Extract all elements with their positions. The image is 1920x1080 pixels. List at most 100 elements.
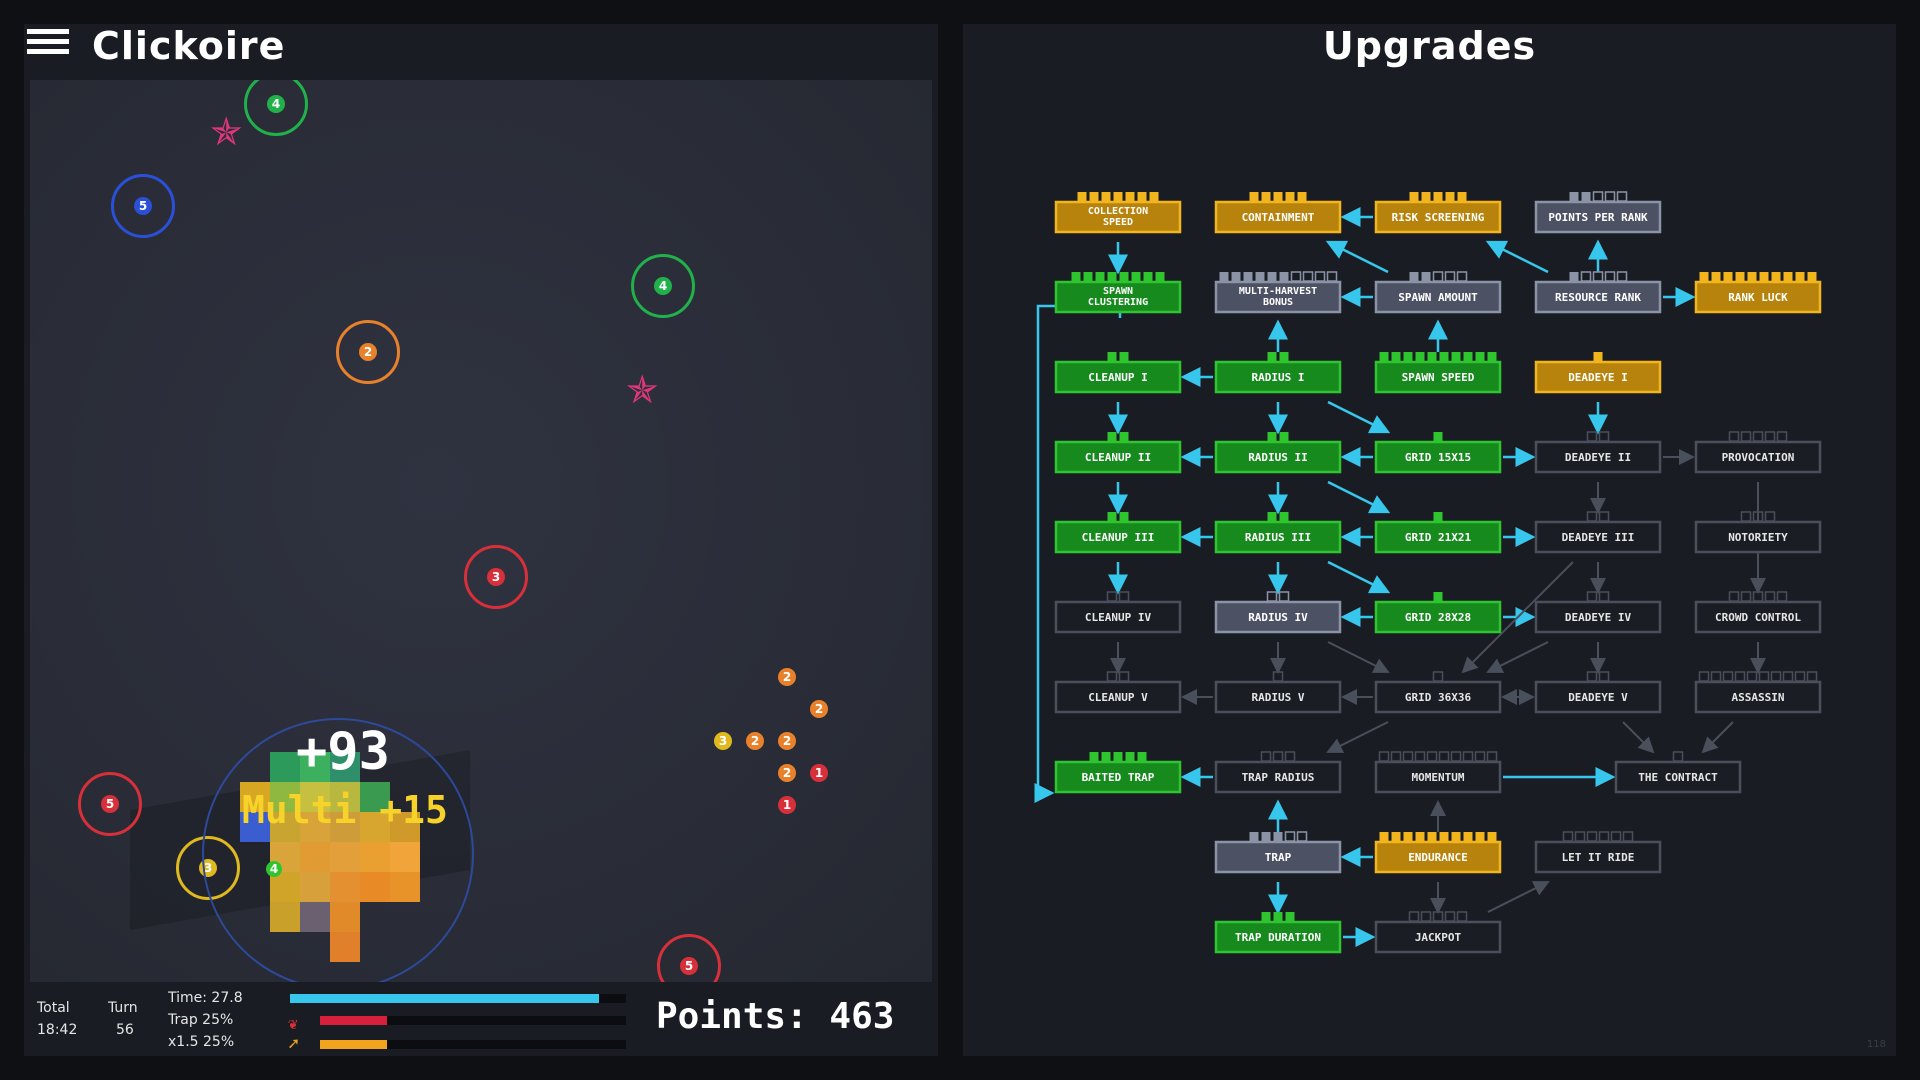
upgrade-node-trap_duration[interactable]: TRAP DURATION [1214, 912, 1342, 954]
upgrade-pip [1586, 431, 1598, 442]
star-hazard-icon[interactable]: ✯ [626, 358, 659, 412]
upgrade-node-multi_harvest[interactable]: MULTI-HARVESTBONUS [1214, 271, 1342, 314]
upgrade-node-label: SPAWN AMOUNT [1398, 291, 1478, 304]
target-value: 5 [101, 795, 119, 813]
target-ring[interactable]: 4 [631, 254, 695, 318]
upgrade-pip [1118, 671, 1130, 682]
resource-dot[interactable]: 2 [778, 668, 796, 686]
upgrade-node-containment[interactable]: CONTAINMENT [1214, 192, 1342, 234]
upgrade-node-cleanup_3[interactable]: CLEANUP III [1054, 512, 1182, 554]
upgrade-pip [1267, 352, 1277, 361]
resource-dot[interactable]: 2 [746, 732, 764, 750]
upgrade-pip [1586, 511, 1598, 522]
upgrade-node-assassin[interactable]: ASSASSIN [1694, 671, 1822, 714]
target-ring[interactable]: 3 [464, 545, 528, 609]
resource-dot[interactable]: 2 [778, 764, 796, 782]
target-ring[interactable]: 5 [78, 772, 142, 836]
upgrade-node-radius_4[interactable]: RADIUS IV [1214, 591, 1342, 634]
resource-dot[interactable]: 1 [778, 796, 796, 814]
time-bar [290, 994, 626, 1003]
tree-connector [1701, 721, 1734, 754]
upgrade-pip [1444, 271, 1456, 282]
resource-dot[interactable]: 1 [810, 764, 828, 782]
upgrade-node-baited_trap[interactable]: BAITED TRAP [1054, 752, 1182, 794]
upgrade-node-grid_28[interactable]: GRID 28X28 [1374, 592, 1502, 634]
upgrade-node-cleanup_2[interactable]: CLEANUP II [1054, 432, 1182, 474]
upgrade-node-radius_1[interactable]: RADIUS I [1214, 352, 1342, 394]
target-ring[interactable]: 5 [111, 174, 175, 238]
upgrade-pip [1420, 911, 1432, 922]
target-ring[interactable]: 4 [244, 80, 308, 136]
upgrade-pip [1273, 192, 1283, 201]
upgrade-pip [1403, 832, 1413, 841]
upgrade-pip [1409, 192, 1419, 201]
upgrade-pip [1487, 352, 1497, 361]
upgrade-node-label: BAITED TRAP [1082, 771, 1155, 784]
upgrade-node-deadeye_4[interactable]: DEADEYE IV [1534, 591, 1662, 634]
upgrade-pip [1125, 192, 1135, 201]
upgrade-node-spawn_speed[interactable]: SPAWN SPEED [1374, 352, 1502, 394]
upgrade-node-trap[interactable]: TRAP [1214, 831, 1342, 874]
upgrade-pip [1672, 751, 1684, 762]
upgrade-node-resource_rank[interactable]: RESOURCE RANK [1534, 271, 1662, 314]
upgrade-node-cleanup_5[interactable]: CLEANUP V [1054, 671, 1182, 714]
upgrade-node-collection_speed[interactable]: COLLECTIONSPEED [1054, 192, 1182, 234]
upgrade-pip [1734, 671, 1746, 682]
upgrade-node-radius_2[interactable]: RADIUS II [1214, 432, 1342, 474]
resource-dot[interactable]: 2 [810, 700, 828, 718]
upgrade-node-grid_21[interactable]: GRID 21X21 [1374, 512, 1502, 554]
upgrade-pip [1302, 271, 1314, 282]
upgrade-pip [1723, 272, 1733, 281]
upgrade-node-risk_screening[interactable]: RISK SCREENING [1374, 192, 1502, 234]
resource-dot[interactable]: 4 [266, 861, 282, 877]
target-ring[interactable]: 2 [336, 320, 400, 384]
upgrade-node-let_it_ride[interactable]: LET IT RIDE [1534, 831, 1662, 874]
upgrade-node-deadeye_1[interactable]: DEADEYE I [1534, 352, 1662, 394]
upgrade-node-trap_radius[interactable]: TRAP RADIUS [1214, 751, 1342, 794]
upgrade-node-radius_5[interactable]: RADIUS V [1214, 671, 1342, 714]
upgrade-node-momentum[interactable]: MOMENTUM [1374, 751, 1502, 794]
upgrade-node-cleanup_4[interactable]: CLEANUP IV [1054, 591, 1182, 634]
upgrade-pip [1592, 271, 1604, 282]
upgrade-node-deadeye_3[interactable]: DEADEYE III [1534, 511, 1662, 554]
upgrade-node-grid_15[interactable]: GRID 15X15 [1374, 432, 1502, 474]
target-ring[interactable]: 5 [657, 934, 721, 982]
upgrade-pip [1728, 591, 1740, 602]
upgrade-node-cleanup_1[interactable]: CLEANUP I [1054, 352, 1182, 394]
menu-icon[interactable] [27, 29, 69, 65]
upgrade-node-spawn_amount[interactable]: SPAWN AMOUNT [1374, 271, 1502, 314]
upgrade-pip [1569, 192, 1579, 201]
upgrade-pip [1586, 671, 1598, 682]
upgrade-pip [1462, 751, 1474, 762]
upgrade-node-deadeye_2[interactable]: DEADEYE II [1534, 431, 1662, 474]
upgrade-pip [1279, 512, 1289, 521]
upgrade-node-provocation[interactable]: PROVOCATION [1694, 431, 1822, 474]
upgrade-node-deadeye_5[interactable]: DEADEYE V [1534, 671, 1662, 714]
upgrade-node-points_per_rank[interactable]: POINTS PER RANK [1534, 191, 1662, 234]
upgrade-pip [1089, 752, 1099, 761]
upgrade-pip [1711, 272, 1721, 281]
upgrade-pip [1456, 911, 1468, 922]
game-board[interactable]: 4 5 4 2 3 5 3 5 ✯ ✯ 2 2 3 2 2 2 1 1 +93 … [30, 80, 932, 982]
upgrade-pip [1770, 671, 1782, 682]
upgrade-pip [1487, 832, 1497, 841]
upgrade-pip [1807, 272, 1817, 281]
upgrade-node-jackpot[interactable]: JACKPOT [1374, 911, 1502, 954]
upgrade-pip [1444, 911, 1456, 922]
upgrade-pip [1415, 832, 1425, 841]
upgrade-node-rank_luck[interactable]: RANK LUCK [1694, 272, 1822, 314]
upgrade-node-label: CLEANUP IV [1085, 611, 1152, 624]
upgrade-node-endurance[interactable]: ENDURANCE [1374, 832, 1502, 874]
upgrade-node-radius_3[interactable]: RADIUS III [1214, 512, 1342, 554]
upgrade-node-the_contract[interactable]: THE CONTRACT [1614, 751, 1742, 794]
upgrade-node-grid_36[interactable]: GRID 36X36 [1374, 671, 1502, 714]
resource-dot[interactable]: 3 [714, 732, 732, 750]
multi-bar [320, 1040, 626, 1049]
tree-connector [1325, 240, 1389, 274]
upgrade-pip [1457, 192, 1467, 201]
upgrade-pip [1107, 432, 1117, 441]
upgrade-node-crowd_control[interactable]: CROWD CONTROL [1694, 591, 1822, 634]
resource-dot[interactable]: 2 [778, 732, 796, 750]
star-hazard-icon[interactable]: ✯ [210, 100, 243, 154]
upgrade-node-spawn_clustering[interactable]: SPAWNCLUSTERING [1054, 272, 1182, 314]
